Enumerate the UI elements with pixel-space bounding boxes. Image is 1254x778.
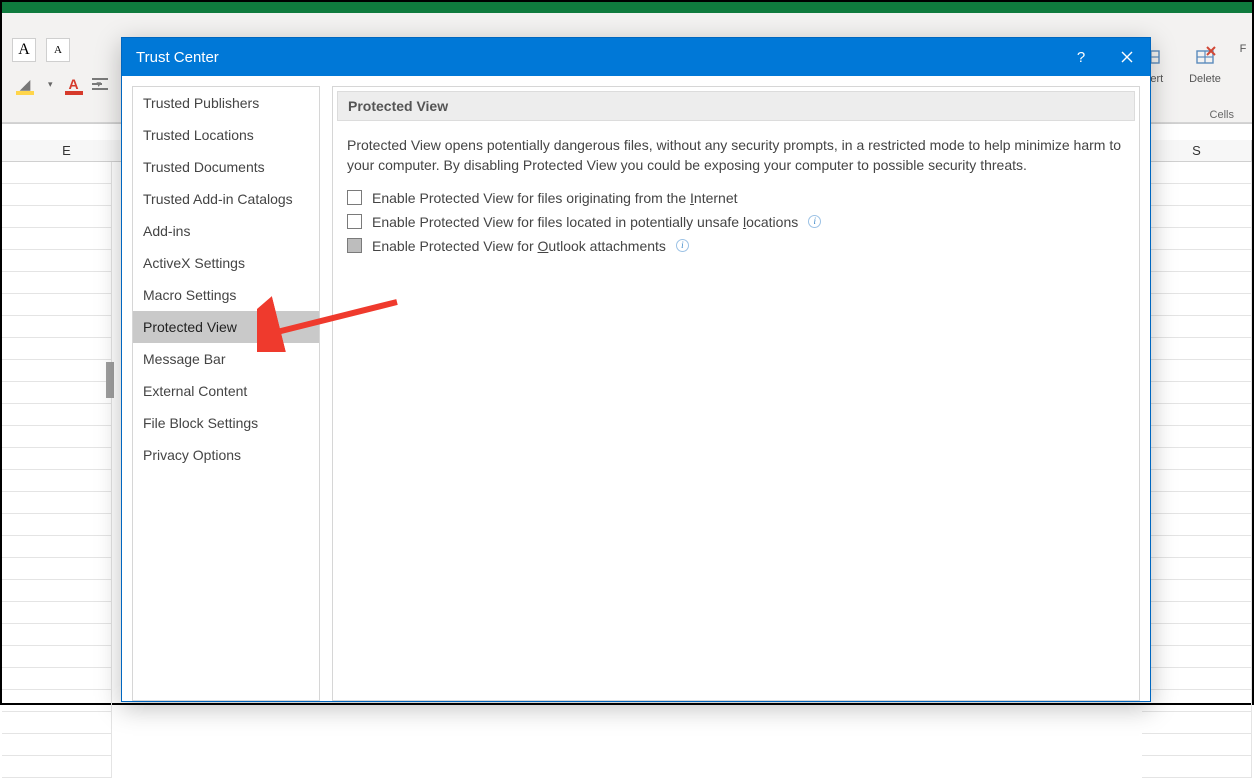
option-label: Enable Protected View for files originat…: [372, 190, 738, 206]
row-selector[interactable]: [106, 362, 114, 398]
nav-item-privacy-options[interactable]: Privacy Options: [133, 439, 319, 471]
nav-item-add-ins[interactable]: Add-ins: [133, 215, 319, 247]
format-cells-button[interactable]: F: [1236, 41, 1250, 85]
nav-item-file-block-settings[interactable]: File Block Settings: [133, 407, 319, 439]
protected-view-option-1[interactable]: Enable Protected View for files located …: [347, 210, 1135, 234]
checkbox[interactable]: [347, 238, 362, 253]
fill-color-dropdown[interactable]: ▾: [48, 79, 53, 90]
nav-item-message-bar[interactable]: Message Bar: [133, 343, 319, 375]
help-button[interactable]: ?: [1058, 38, 1104, 76]
option-label: Enable Protected View for files located …: [372, 214, 798, 230]
format-label: F: [1240, 43, 1247, 55]
close-icon: [1121, 51, 1133, 63]
app-titlebar: [2, 2, 1252, 13]
section-description: Protected View opens potentially dangero…: [337, 121, 1135, 186]
font-color-icon: A: [68, 77, 78, 91]
protected-view-option-2[interactable]: Enable Protected View for Outlook attach…: [347, 234, 1135, 258]
trust-center-nav: Trusted PublishersTrusted LocationsTrust…: [132, 86, 320, 701]
delete-label: Delete: [1189, 73, 1221, 85]
trust-center-dialog: Trust Center ? Trusted PublishersTrusted…: [121, 37, 1151, 702]
section-header: Protected View: [337, 91, 1135, 121]
align-left-button[interactable]: [92, 73, 114, 95]
delete-cells-icon: [1190, 41, 1220, 71]
nav-item-activex-settings[interactable]: ActiveX Settings: [133, 247, 319, 279]
checkbox[interactable]: [347, 190, 362, 205]
decrease-font-size-button[interactable]: A: [46, 38, 70, 62]
nav-item-trusted-add-in-catalogs[interactable]: Trusted Add-in Catalogs: [133, 183, 319, 215]
close-button[interactable]: [1104, 38, 1150, 76]
font-color-button[interactable]: A: [61, 73, 87, 95]
delete-cells-button[interactable]: Delete: [1182, 41, 1228, 85]
nav-item-macro-settings[interactable]: Macro Settings: [133, 279, 319, 311]
info-icon[interactable]: i: [808, 215, 821, 228]
trust-center-content: Protected View Protected View opens pote…: [332, 86, 1140, 701]
cells-section-label: Cells: [1210, 109, 1234, 121]
checkbox[interactable]: [347, 214, 362, 229]
dialog-titlebar[interactable]: Trust Center ?: [122, 38, 1150, 76]
nav-item-trusted-publishers[interactable]: Trusted Publishers: [133, 87, 319, 119]
paint-bucket-icon: ◢: [20, 77, 31, 91]
column-header-e[interactable]: E: [12, 140, 122, 162]
info-icon[interactable]: i: [676, 239, 689, 252]
nav-item-protected-view[interactable]: Protected View: [133, 311, 319, 343]
nav-item-trusted-documents[interactable]: Trusted Documents: [133, 151, 319, 183]
option-label: Enable Protected View for Outlook attach…: [372, 238, 666, 254]
column-header-s[interactable]: S: [1142, 140, 1252, 162]
increase-font-size-button[interactable]: A: [12, 38, 36, 62]
nav-item-trusted-locations[interactable]: Trusted Locations: [133, 119, 319, 151]
fill-color-button[interactable]: ◢: [12, 73, 38, 95]
nav-item-external-content[interactable]: External Content: [133, 375, 319, 407]
dialog-title: Trust Center: [136, 49, 219, 66]
protected-view-option-0[interactable]: Enable Protected View for files originat…: [347, 186, 1135, 210]
